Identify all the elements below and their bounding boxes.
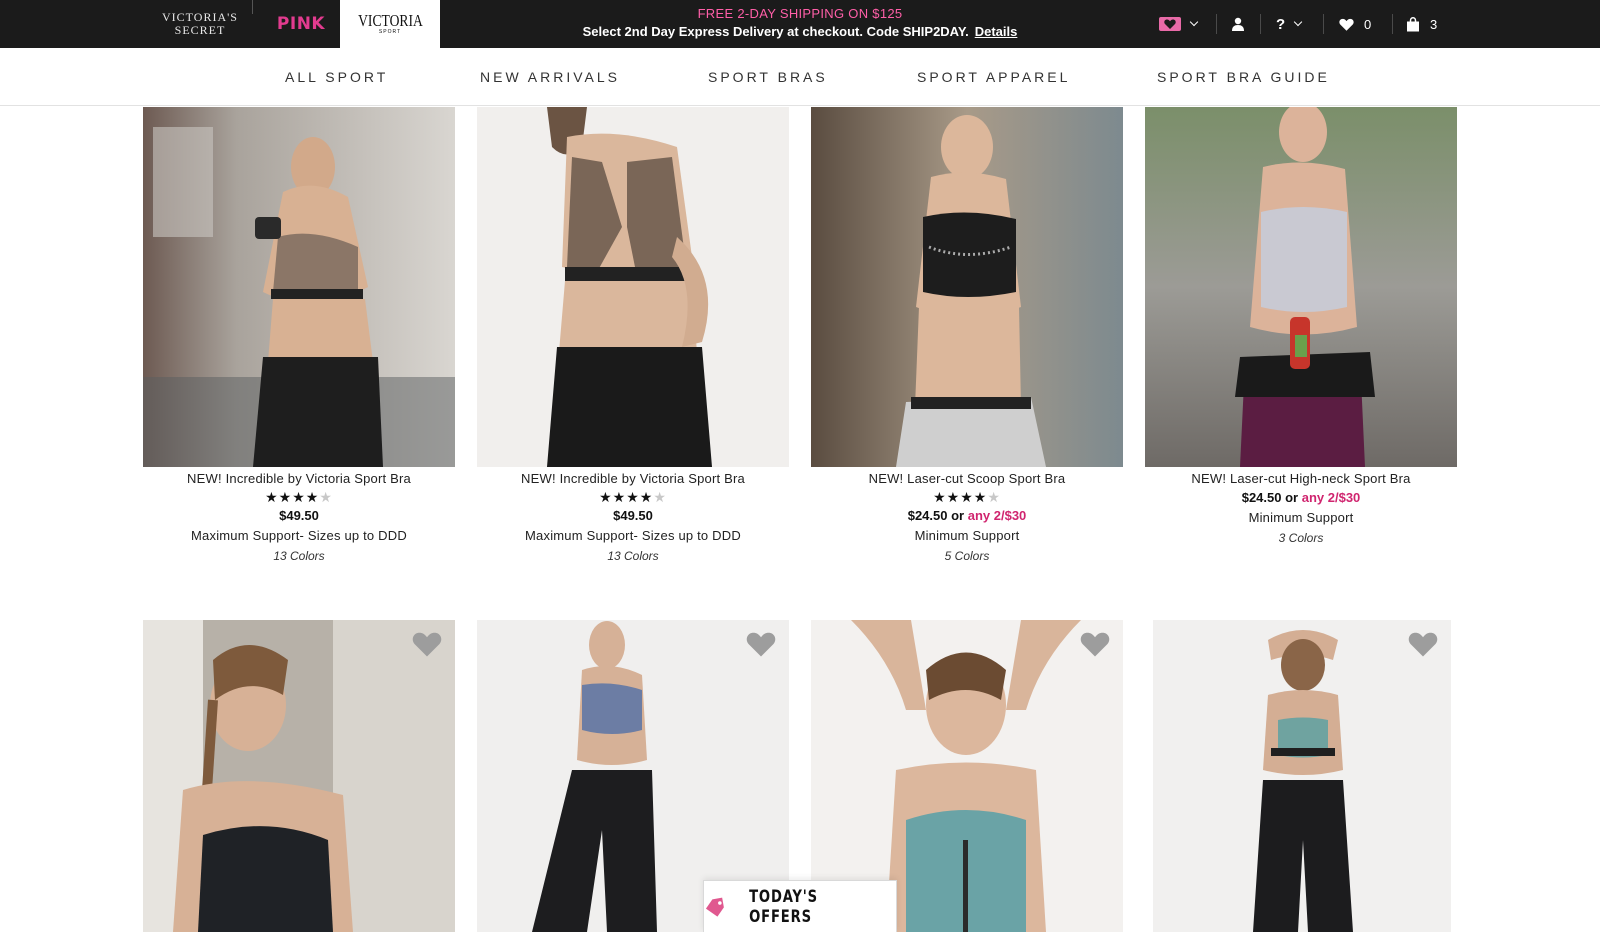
price-or: or: [951, 508, 965, 523]
rating-stars: ★★★★★: [143, 488, 455, 506]
favorite-heart-icon[interactable]: [1408, 630, 1438, 658]
rating-stars: ★★★★★: [477, 488, 789, 506]
chevron-down-icon: [1293, 17, 1303, 27]
price-or: or: [1285, 490, 1299, 505]
model-image-placeholder: [477, 107, 789, 467]
brand-divider: [252, 0, 253, 14]
nav-sport-bras[interactable]: SPORT BRAS: [708, 69, 828, 85]
stars-empty: ★: [987, 489, 1001, 505]
price-value: $49.50: [279, 508, 319, 523]
shopping-bag-button[interactable]: 3: [1406, 0, 1437, 48]
user-icon: [1232, 17, 1244, 31]
promo-headline: FREE 2-DAY SHIPPING ON $125: [697, 6, 903, 21]
product-price: $24.50 or any 2/$30: [1145, 488, 1457, 508]
product-card[interactable]: NEW! Incredible by Victoria Sport Bra ★★…: [143, 107, 455, 577]
color-count[interactable]: 5 Colors: [811, 546, 1123, 566]
victoria-sport-logo[interactable]: VICTORIA SPORT: [340, 0, 440, 48]
multi-buy-offer[interactable]: any 2/$30: [1302, 490, 1361, 505]
support-level: Minimum Support: [914, 528, 1020, 543]
util-divider: [1216, 14, 1217, 34]
product-price: $49.50: [477, 506, 789, 526]
rating-stars: ★★★★★: [811, 488, 1123, 506]
heart-flag-icon: [1159, 17, 1181, 31]
sport-logo-main: VICTORIA: [357, 11, 423, 30]
nav-sport-apparel[interactable]: SPORT APPAREL: [917, 69, 1070, 85]
support-level: Maximum Support- Sizes up to DDD: [525, 528, 741, 543]
promo-text: Select 2nd Day Express Delivery at check…: [582, 24, 969, 39]
favorite-heart-icon[interactable]: [1080, 630, 1110, 658]
product-photo[interactable]: [143, 620, 455, 932]
util-divider: [1323, 14, 1324, 34]
util-divider: [1392, 14, 1393, 34]
product-photo[interactable]: [477, 107, 789, 467]
product-name[interactable]: NEW! Incredible by Victoria Sport Bra: [477, 470, 789, 488]
help-menu[interactable]: ?: [1276, 0, 1303, 48]
stars-filled: ★★★★: [265, 489, 320, 505]
favorites-button[interactable]: 0: [1339, 0, 1371, 48]
support-level: Maximum Support- Sizes up to DDD: [191, 528, 407, 543]
product-price: $24.50 or any 2/$30: [811, 506, 1123, 526]
stars-filled: ★★★★: [599, 489, 654, 505]
product-name[interactable]: NEW! Laser-cut High-neck Sport Bra: [1145, 470, 1457, 488]
color-count[interactable]: 13 Colors: [477, 546, 789, 566]
product-photo[interactable]: [143, 107, 455, 467]
product-card[interactable]: NEW! Laser-cut Scoop Sport Bra ★★★★★ $24…: [811, 107, 1123, 577]
multi-buy-offer[interactable]: any 2/$30: [968, 508, 1027, 523]
stars-empty: ★: [653, 489, 667, 505]
price-value: $24.50: [907, 508, 948, 523]
pink-logo[interactable]: PINK: [262, 0, 340, 48]
promo-subline: Select 2nd Day Express Delivery at check…: [560, 23, 1040, 41]
support-level: Minimum Support: [1248, 510, 1354, 525]
stars-empty: ★: [319, 489, 333, 505]
nav-sport-bra-guide[interactable]: SPORT BRA GUIDE: [1157, 69, 1330, 85]
promo-banner: FREE 2-DAY SHIPPING ON $125 Select 2nd D…: [560, 5, 1040, 41]
product-info: NEW! Laser-cut Scoop Sport Bra ★★★★★ $24…: [811, 470, 1123, 566]
price-value: $49.50: [613, 508, 653, 523]
top-bar: VICTORIA'S SECRET PINK VICTORIA SPORT FR…: [0, 0, 1600, 48]
product-photo[interactable]: [1153, 620, 1451, 932]
product-price: $49.50: [143, 506, 455, 526]
model-image-placeholder: [1153, 620, 1451, 932]
product-name[interactable]: NEW! Laser-cut Scoop Sport Bra: [811, 470, 1123, 488]
price-value: $24.50: [1241, 490, 1282, 505]
favorites-count: 0: [1364, 16, 1372, 32]
todays-offers-label: TODAY'S OFFERS: [748, 886, 818, 927]
promo-details-link[interactable]: Details: [975, 24, 1018, 39]
bag-count: 3: [1430, 16, 1438, 32]
product-photo[interactable]: [1145, 107, 1457, 467]
color-count[interactable]: 3 Colors: [1145, 528, 1457, 548]
vs-logo-line2: SECRET: [174, 23, 226, 37]
util-divider: [1260, 14, 1261, 34]
product-card[interactable]: NEW! Incredible by Victoria Sport Bra ★★…: [477, 107, 789, 577]
product-info: NEW! Laser-cut High-neck Sport Bra $24.5…: [1145, 470, 1457, 548]
category-nav: ALL SPORT NEW ARRIVALS SPORT BRAS SPORT …: [0, 48, 1600, 106]
model-image-placeholder: [143, 620, 455, 932]
product-card[interactable]: [143, 620, 455, 932]
todays-offers-tab[interactable]: TODAY'S OFFERS: [703, 880, 897, 932]
victorias-secret-logo[interactable]: VICTORIA'S SECRET: [148, 0, 252, 48]
stars-filled: ★★★★: [933, 489, 988, 505]
product-card[interactable]: [1153, 620, 1451, 932]
heart-icon: [1339, 18, 1354, 31]
model-image-placeholder: [1145, 107, 1457, 467]
product-info: NEW! Incredible by Victoria Sport Bra ★★…: [143, 470, 455, 566]
chevron-down-icon: [1189, 17, 1199, 27]
product-card[interactable]: NEW! Laser-cut High-neck Sport Bra $24.5…: [1145, 107, 1457, 577]
product-info: NEW! Incredible by Victoria Sport Bra ★★…: [477, 470, 789, 566]
model-image-placeholder: [143, 107, 455, 467]
help-icon: ?: [1276, 15, 1286, 33]
model-image-placeholder: [811, 107, 1123, 467]
nav-all-sport[interactable]: ALL SPORT: [285, 69, 388, 85]
color-count[interactable]: 13 Colors: [143, 546, 455, 566]
price-tag-icon: [705, 897, 724, 917]
nav-new-arrivals[interactable]: NEW ARRIVALS: [480, 69, 620, 85]
favorite-heart-icon[interactable]: [746, 630, 776, 658]
country-selector[interactable]: [1159, 0, 1199, 48]
account-button[interactable]: [1231, 0, 1245, 48]
product-photo[interactable]: [811, 107, 1123, 467]
shopping-bag-icon: [1407, 16, 1419, 31]
favorite-heart-icon[interactable]: [412, 630, 442, 658]
product-name[interactable]: NEW! Incredible by Victoria Sport Bra: [143, 470, 455, 488]
